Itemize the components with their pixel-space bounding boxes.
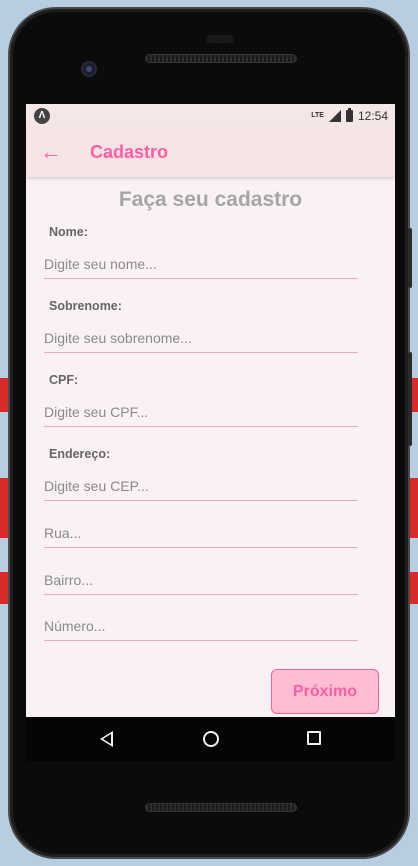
page-title: Faça seu cadastro	[118, 188, 303, 211]
power-button	[408, 352, 412, 446]
cpf-input[interactable]	[44, 397, 358, 427]
status-bar: Λ LTE 12:54	[26, 104, 395, 127]
sobrenome-input[interactable]	[44, 323, 358, 353]
front-camera	[81, 61, 97, 77]
arrow-left-icon: ←	[40, 139, 62, 164]
volume-button	[408, 228, 412, 288]
top-sensor	[206, 35, 234, 43]
network-type: LTE	[311, 112, 324, 119]
app-bar: ← Cadastro	[26, 127, 395, 177]
numero-input[interactable]	[44, 611, 358, 641]
cpf-label: CPF:	[49, 373, 79, 387]
status-time: 12:54	[357, 108, 388, 123]
rua-input[interactable]	[44, 518, 358, 548]
app-bar-title: Cadastro	[90, 141, 169, 162]
nav-back-icon[interactable]	[100, 731, 113, 747]
system-navigation-bar	[26, 717, 395, 761]
battery-icon	[345, 107, 353, 122]
endereco-label: Endereço:	[49, 447, 111, 461]
cep-input[interactable]	[44, 471, 358, 501]
nome-input[interactable]	[44, 249, 358, 279]
app-screen: Λ LTE 12:54 ← Cadastro Faça seu cadastro…	[26, 104, 395, 717]
nav-recents-icon[interactable]	[307, 731, 321, 745]
nav-home-icon[interactable]	[203, 731, 219, 747]
bairro-input[interactable]	[44, 565, 358, 595]
earpiece-speaker	[145, 54, 297, 63]
back-button[interactable]: ←	[26, 127, 76, 177]
form-container: Faça seu cadastro Nome: Sobrenome: CPF: …	[26, 177, 395, 641]
next-button[interactable]: Próximo	[271, 669, 379, 714]
bottom-speaker	[145, 803, 297, 812]
nome-label: Nome:	[49, 225, 88, 239]
sobrenome-label: Sobrenome:	[49, 299, 122, 313]
app-notification-icon: Λ	[34, 107, 50, 124]
signal-icon	[328, 109, 341, 122]
